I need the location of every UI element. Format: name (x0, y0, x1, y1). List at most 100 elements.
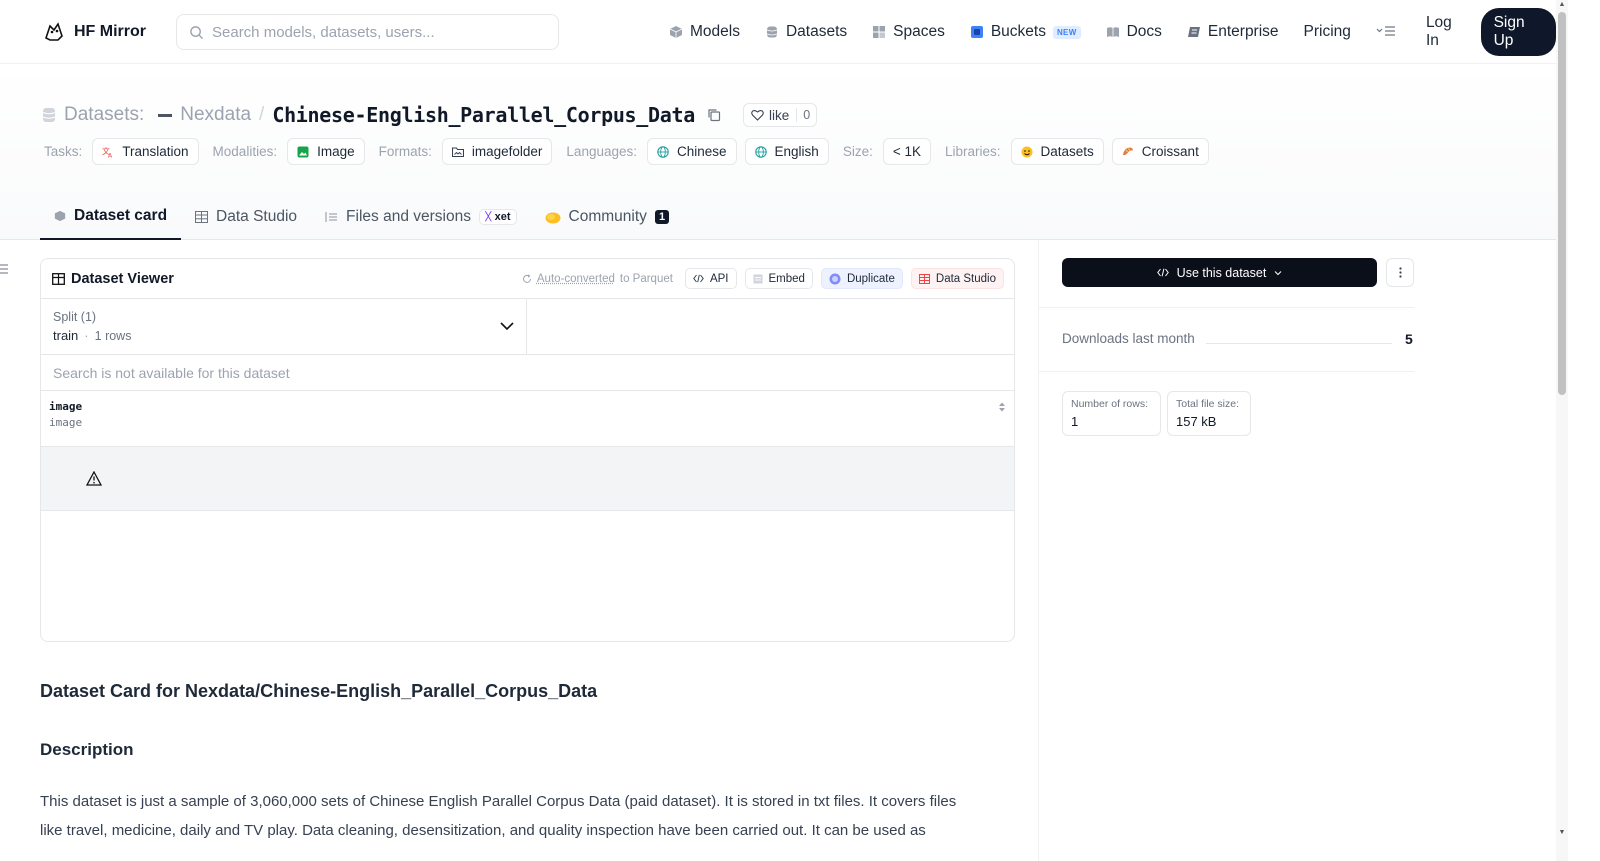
spaces-grid-icon (873, 26, 886, 38)
signup-button[interactable]: Sign Up (1480, 8, 1556, 56)
repo-tabs: Dataset card Data Studio Files and versi… (40, 194, 683, 240)
dataset-viewer: Dataset Viewer Auto-converted to Parquet… (40, 258, 1015, 642)
tag-image[interactable]: Image (287, 138, 365, 165)
tab-data-studio[interactable]: Data Studio (181, 194, 311, 240)
scroll-up-arrow-icon[interactable]: ▲ (1558, 1, 1566, 8)
section-label[interactable]: Datasets: (64, 104, 144, 126)
duplicate-label: Duplicate (846, 272, 895, 285)
tab-data-studio-label: Data Studio (216, 208, 298, 225)
more-menu-icon[interactable] (1376, 25, 1396, 40)
heart-icon (751, 109, 764, 121)
page-scrollbar[interactable]: ▲ ▼ (1556, 0, 1568, 861)
scroll-down-arrow-icon[interactable]: ▼ (1558, 829, 1566, 836)
nav-models[interactable]: Models (669, 23, 740, 41)
xet-icon: ᚷ (484, 211, 492, 223)
auto-converted-link[interactable]: Auto-converted (537, 273, 615, 285)
tag-croissant[interactable]: Croissant (1111, 138, 1209, 165)
global-search[interactable] (176, 14, 559, 50)
owner-avatar (158, 113, 173, 117)
nav-pricing[interactable]: Pricing (1304, 23, 1351, 41)
nav-spaces[interactable]: Spaces (872, 23, 945, 41)
tab-files-label: Files and versions (346, 208, 471, 225)
login-link[interactable]: Log In (1426, 14, 1465, 50)
embed-icon (753, 274, 762, 283)
like-button[interactable]: like 0 (743, 103, 818, 127)
file-size-stat[interactable]: Total file size: 157 kB (1167, 391, 1251, 436)
tab-files[interactable]: Files and versions ᚷ xet (311, 194, 531, 240)
use-dataset-button[interactable]: Use this dataset (1062, 258, 1377, 287)
table-row (41, 447, 1014, 511)
libraries-key: Libraries: (944, 144, 1001, 159)
nav-enterprise[interactable]: Enterprise (1187, 23, 1279, 41)
tag-image-label: Image (317, 144, 355, 159)
tag-datasets-lib[interactable]: Datasets (1010, 138, 1104, 165)
book-icon (1106, 27, 1119, 37)
nav-buckets[interactable]: Buckets NEW (970, 23, 1081, 41)
modalities-key: Modalities: (212, 144, 278, 159)
embed-button[interactable]: Embed (744, 268, 813, 289)
data-studio-button[interactable]: Data Studio (910, 268, 1004, 289)
viewer-search-disabled: Search is not available for this dataset (41, 355, 1014, 391)
dataset-name[interactable]: Chinese-English_Parallel_Corpus_Data (272, 103, 695, 127)
tab-dataset-card[interactable]: Dataset card (40, 194, 182, 240)
api-label: API (709, 272, 729, 285)
like-count: 0 (796, 108, 816, 122)
globe-icon (657, 145, 669, 158)
files-tree-icon (325, 212, 338, 222)
nav-pricing-label: Pricing (1303, 23, 1351, 40)
owner-link[interactable]: Nexdata (180, 104, 251, 126)
rows-stat[interactable]: Number of rows: 1 (1062, 391, 1161, 436)
formats-key: Formats: (378, 144, 432, 159)
table-icon (52, 272, 65, 285)
hugging-face-icon (1021, 146, 1033, 157)
split-dot: · (84, 328, 89, 343)
chevron-down-icon (1274, 270, 1282, 275)
duplicate-icon (829, 273, 841, 284)
community-count: 1 (654, 210, 670, 224)
tag-imagefolder-label: imagefolder (471, 144, 543, 159)
viewer-title: Dataset Viewer (52, 271, 174, 287)
community-icon (545, 212, 561, 223)
tab-community[interactable]: Community 1 (531, 194, 684, 240)
brand-name: HF Mirror (74, 23, 146, 40)
sidebar-divider (1039, 307, 1414, 308)
code-icon (693, 274, 704, 283)
tasks-key: Tasks: (44, 144, 83, 159)
tag-size[interactable]: < 1K (882, 138, 931, 165)
nav-docs[interactable]: Docs (1106, 23, 1162, 41)
nav-datasets[interactable]: Datasets (765, 23, 847, 41)
downloads-label: Downloads last month (1062, 331, 1195, 346)
tag-translation-label: Translation (122, 144, 189, 159)
main-nav: Models Datasets Spaces Buckets NEW Docs … (669, 8, 1556, 56)
scrollbar-thumb[interactable] (1558, 12, 1566, 395)
split-value: train · 1 rows (53, 328, 514, 343)
rows-stat-value: 1 (1071, 414, 1079, 429)
new-badge: NEW (1052, 25, 1081, 39)
split-label: Split (1) (53, 310, 97, 324)
tag-imagefolder[interactable]: imagefolder (441, 138, 553, 165)
sidebar-toggle-icon[interactable] (0, 264, 8, 274)
models-cube-icon (669, 26, 683, 38)
column-type: image (49, 416, 83, 429)
search-disabled-text: Search is not available for this dataset (53, 364, 290, 381)
column-header[interactable]: image image (41, 391, 1014, 447)
more-options-button[interactable] (1386, 258, 1414, 287)
tag-datasets-label: Datasets (1040, 144, 1094, 159)
brand-link[interactable]: HF Mirror (42, 20, 146, 44)
languages-key: Languages: (566, 144, 637, 159)
tag-translation[interactable]: 文A Translation (92, 138, 199, 165)
search-icon (190, 25, 204, 39)
copy-icon[interactable] (707, 108, 721, 122)
bucket-icon (970, 26, 983, 38)
search-input[interactable] (212, 23, 542, 41)
tag-english[interactable]: English (744, 138, 829, 165)
duplicate-button[interactable]: Duplicate (820, 268, 903, 289)
file-size-stat-label: Total file size: (1176, 398, 1240, 410)
description-heading: Description (40, 740, 134, 759)
tag-english-label: English (774, 144, 819, 159)
like-label: like (769, 107, 790, 123)
sort-icon[interactable] (998, 401, 1006, 413)
tag-chinese[interactable]: Chinese (647, 138, 737, 165)
api-button[interactable]: API (684, 268, 737, 289)
split-selector[interactable]: Split (1) train · 1 rows (41, 299, 527, 355)
